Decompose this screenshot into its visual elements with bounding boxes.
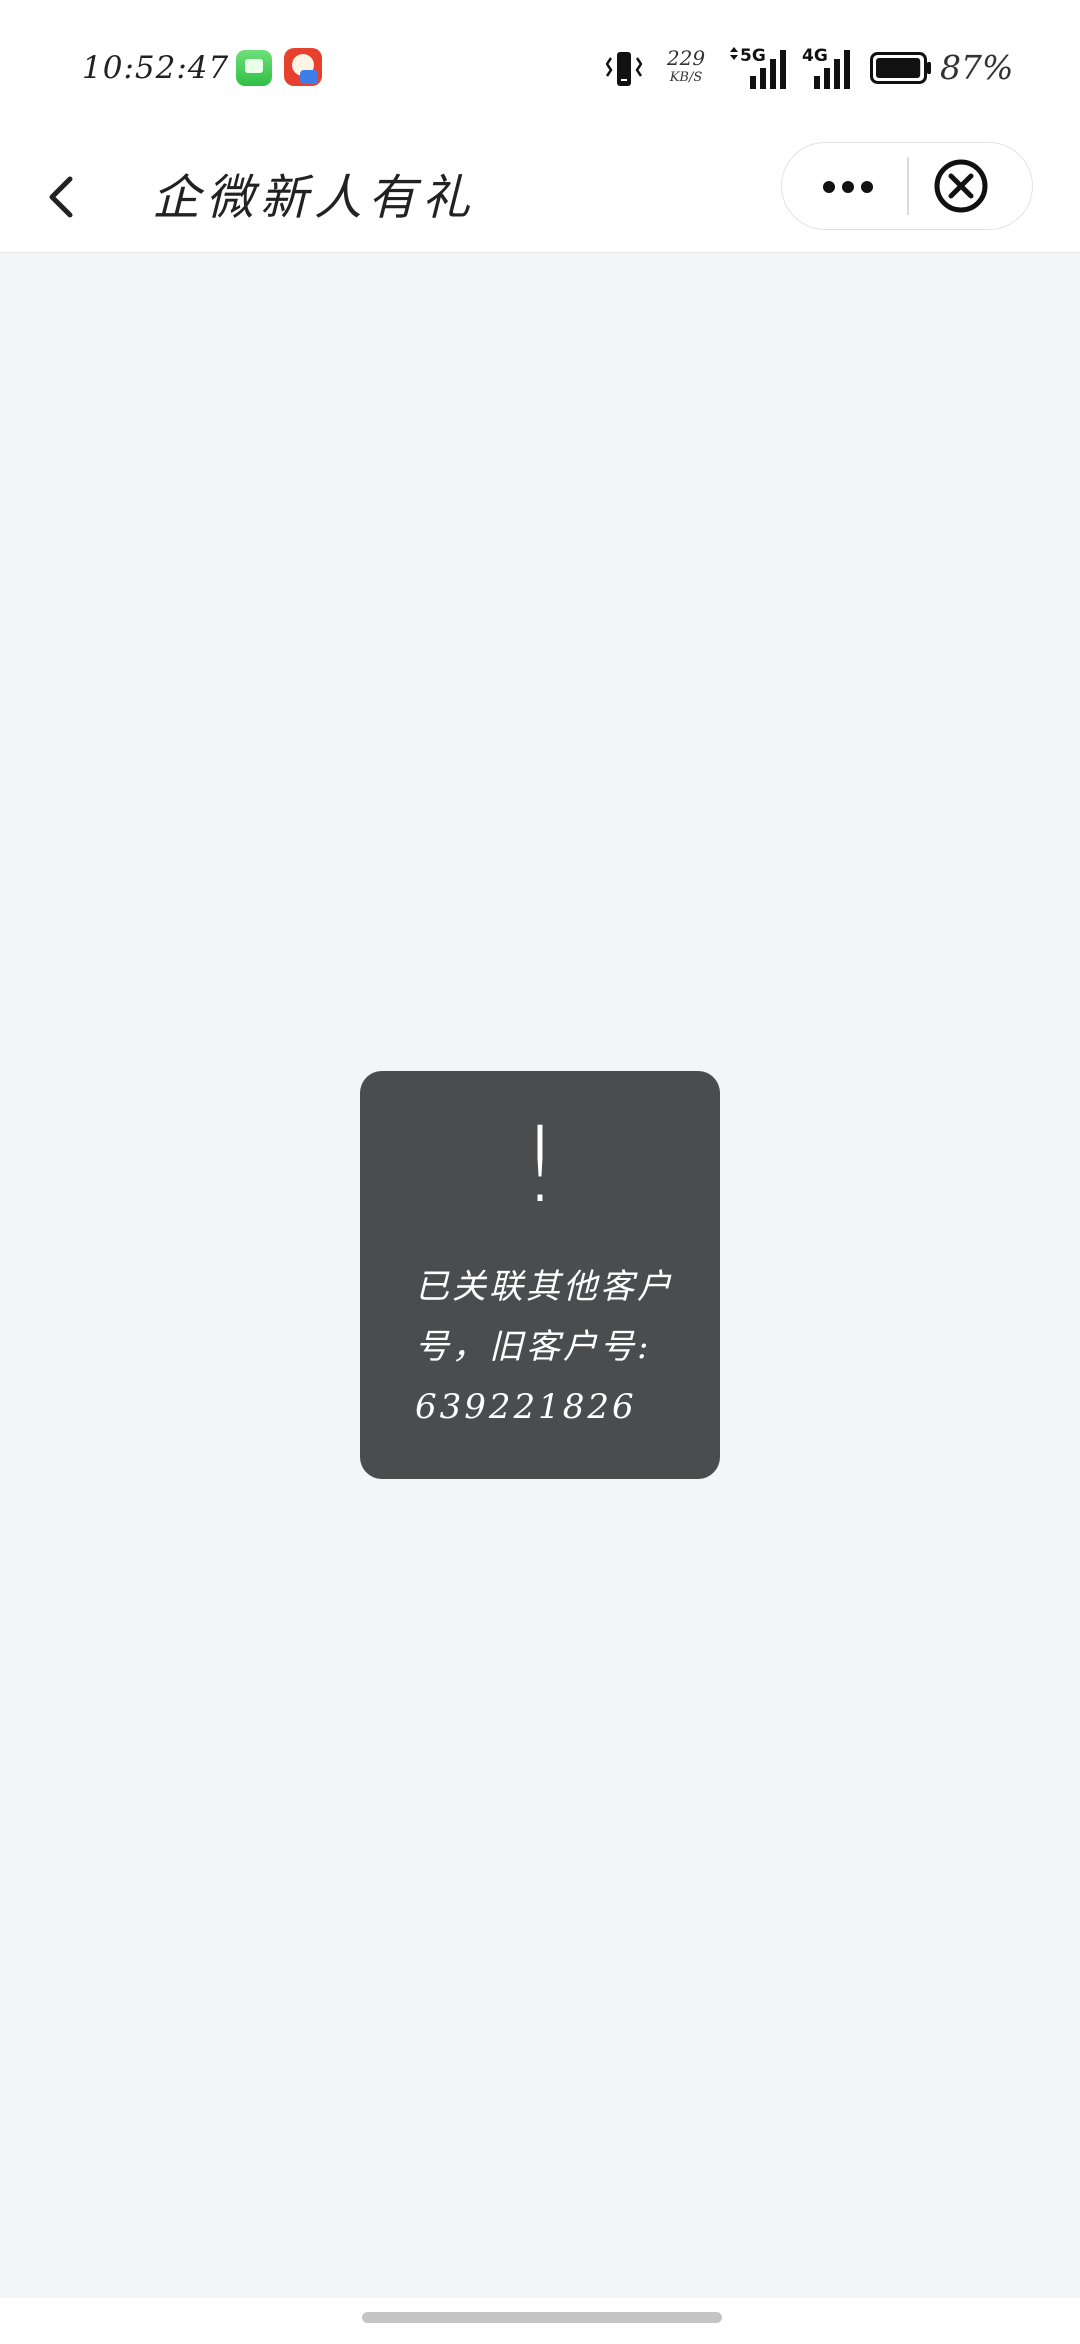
game-app-icon bbox=[284, 48, 322, 86]
close-button[interactable] bbox=[909, 143, 1032, 229]
error-toast: ! 已关联其他客户号，旧客户号: 639221826 bbox=[360, 1071, 720, 1479]
close-circle-icon bbox=[934, 159, 988, 213]
signal-4g-icon: 4G bbox=[802, 46, 850, 89]
chevron-left-icon bbox=[49, 176, 73, 218]
status-bar: 10:52:47 229 KB/S 5G 4G 87% bbox=[0, 0, 1080, 140]
toast-message: 已关联其他客户号，旧客户号: 639221826 bbox=[415, 1267, 674, 1427]
network-speed-value: 229 bbox=[666, 46, 706, 70]
more-dots-icon bbox=[823, 181, 873, 193]
signal-5g-label: 5G bbox=[740, 46, 766, 66]
status-time: 10:52:47 bbox=[82, 50, 230, 86]
back-button[interactable] bbox=[40, 160, 100, 230]
navigation-bar: 企微新人有礼 bbox=[0, 140, 1080, 253]
exclamation-icon: ! bbox=[519, 1104, 561, 1226]
messages-app-icon bbox=[236, 50, 272, 86]
home-indicator[interactable] bbox=[362, 2312, 722, 2323]
signal-5g-icon: 5G bbox=[730, 46, 786, 89]
signal-4g-label: 4G bbox=[802, 46, 828, 66]
page-title: 企微新人有礼 bbox=[152, 170, 477, 226]
network-speed: 229 KB/S bbox=[664, 48, 708, 84]
battery-icon bbox=[870, 52, 931, 84]
vibrate-icon bbox=[606, 52, 642, 86]
network-speed-unit: KB/S bbox=[669, 70, 703, 85]
mini-program-capsule bbox=[781, 142, 1033, 230]
more-button[interactable] bbox=[782, 143, 907, 229]
battery-percent: 87% bbox=[940, 48, 1014, 87]
